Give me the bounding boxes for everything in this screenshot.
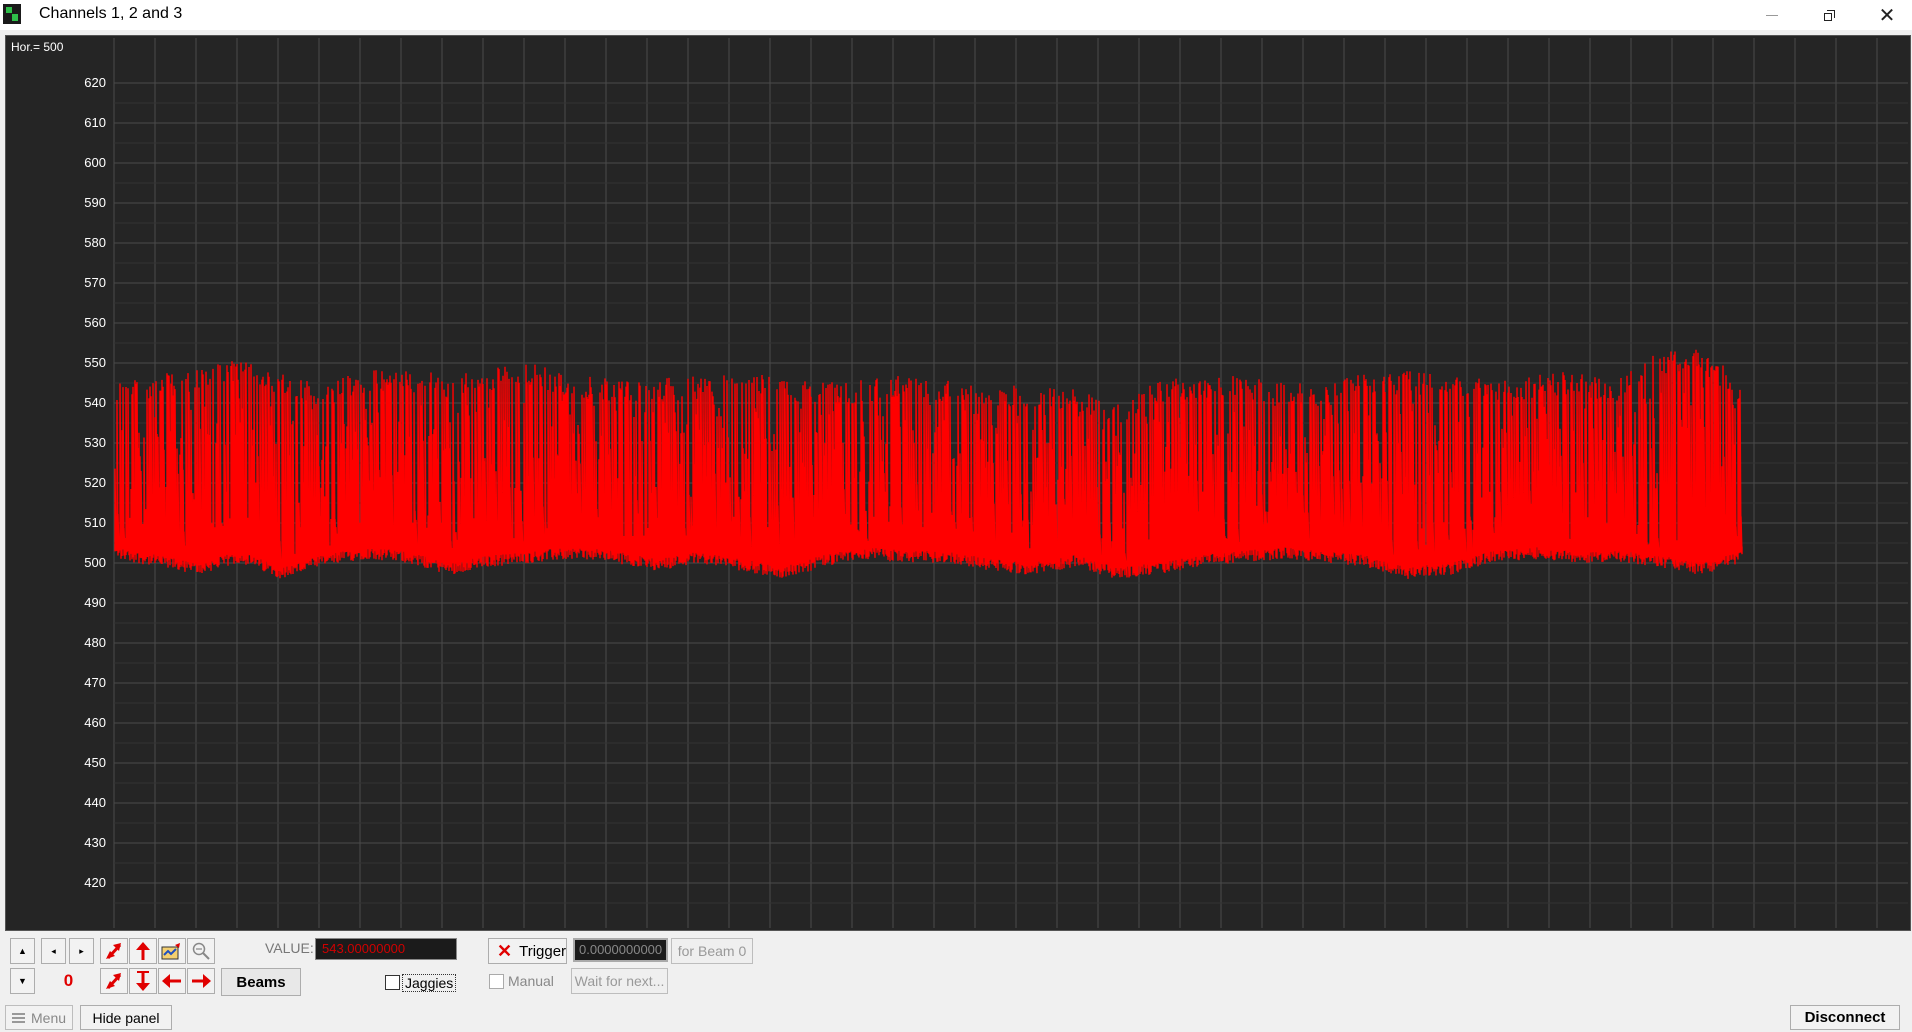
y-tick-label: 470 xyxy=(84,675,106,690)
chart-folder-icon xyxy=(161,943,180,960)
y-tick-label: 570 xyxy=(84,275,106,290)
diagonal-arrow-icon xyxy=(106,973,122,990)
control-panel: ▲ ▼ ◂ ▸ 0 Beams VALUE: 543.00000000 Jagg… xyxy=(5,932,1911,1000)
oscilloscope-plot[interactable]: 620 610 600 590 580 570 560 550 540 530 520 510 500 4… xyxy=(5,35,1911,931)
y-tick-label: 590 xyxy=(84,195,106,210)
magnifier-icon xyxy=(192,942,210,960)
shift-left-button[interactable] xyxy=(158,968,186,994)
hide-panel-button[interactable]: Hide panel xyxy=(80,1005,172,1030)
trigger-button[interactable]: ✕ Trigger xyxy=(488,938,567,964)
jaggies-label[interactable]: Jaggies xyxy=(402,974,457,992)
y-tick-label: 540 xyxy=(84,395,106,410)
y-tick-label: 600 xyxy=(84,155,106,170)
y-tick-label: 490 xyxy=(84,595,106,610)
for-beam-button[interactable]: for Beam 0 xyxy=(671,938,753,964)
horizontal-scale-label: Hor.= 500 xyxy=(11,40,64,54)
title-bar: Channels 1, 2 and 3 ✕ xyxy=(0,0,1912,30)
autoscale-button[interactable] xyxy=(158,938,186,964)
bottom-bar: Menu Hide panel Disconnect xyxy=(0,1002,1912,1032)
y-tick-label: 610 xyxy=(84,115,106,130)
arrow-up-icon xyxy=(136,942,150,960)
y-tick-label: 480 xyxy=(84,635,106,650)
menu-icon xyxy=(12,1012,25,1023)
manual-label[interactable]: Manual xyxy=(508,973,554,989)
manual-checkbox[interactable] xyxy=(489,974,504,989)
close-icon: ✕ xyxy=(1878,4,1896,27)
y-tick-label: 460 xyxy=(84,715,106,730)
scroll-right-button[interactable]: ▸ xyxy=(69,938,94,964)
stretch-vertical-button[interactable] xyxy=(129,968,157,994)
arrow-down-icon: ▼ xyxy=(18,976,27,986)
disconnect-button[interactable]: Disconnect xyxy=(1790,1005,1900,1030)
app-icon xyxy=(3,4,21,24)
arrow-right-icon xyxy=(192,974,211,988)
zoom-diagonal-out-button[interactable] xyxy=(100,968,128,994)
stretch-up-button[interactable] xyxy=(129,938,157,964)
y-tick-label: 430 xyxy=(84,835,106,850)
value-label: VALUE: xyxy=(265,940,314,956)
shift-right-button[interactable] xyxy=(187,968,215,994)
beam-number[interactable]: 0 xyxy=(41,968,96,994)
value-field[interactable]: 543.00000000 xyxy=(315,938,457,960)
y-tick-label: 510 xyxy=(84,515,106,530)
trigger-value-field[interactable]: 0.0000000000 xyxy=(573,938,668,962)
arrow-down-icon xyxy=(136,971,150,991)
beams-button[interactable]: Beams xyxy=(221,968,301,996)
jaggies-checkbox[interactable] xyxy=(385,975,400,990)
trigger-label: Trigger xyxy=(519,942,567,960)
zoom-diagonal-in-button[interactable] xyxy=(100,938,128,964)
y-tick-label: 500 xyxy=(84,555,106,570)
scroll-left-button[interactable]: ◂ xyxy=(41,938,66,964)
arrow-right-small-icon: ▸ xyxy=(79,945,84,956)
y-tick-label: 530 xyxy=(84,435,106,450)
y-tick-label: 440 xyxy=(84,795,106,810)
window-title: Channels 1, 2 and 3 xyxy=(39,5,183,22)
diagonal-arrow-icon xyxy=(106,943,122,960)
menu-button[interactable]: Menu xyxy=(5,1005,73,1030)
y-tick-label: 420 xyxy=(84,875,106,890)
y-tick-label: 550 xyxy=(84,355,106,370)
restore-button[interactable] xyxy=(1800,0,1858,30)
y-tick-label: 560 xyxy=(84,315,106,330)
y-tick-label: 580 xyxy=(84,235,106,250)
zoom-out-button[interactable] xyxy=(187,938,215,964)
close-icon: ✕ xyxy=(497,941,513,961)
scroll-up-button[interactable]: ▲ xyxy=(10,938,35,964)
close-button[interactable]: ✕ xyxy=(1858,0,1912,30)
arrow-left-icon xyxy=(162,974,181,988)
plot-svg: 620 610 600 590 580 570 560 550 540 530 520 510 500 4… xyxy=(6,36,1910,930)
arrow-left-small-icon: ◂ xyxy=(51,945,56,956)
minimize-button[interactable] xyxy=(1743,0,1801,30)
arrow-up-icon: ▲ xyxy=(18,946,27,956)
restore-icon xyxy=(1823,9,1835,21)
menu-label: Menu xyxy=(31,1009,67,1026)
wait-for-next-button[interactable]: Wait for next... xyxy=(571,968,668,994)
y-tick-label: 520 xyxy=(84,475,106,490)
y-tick-label: 450 xyxy=(84,755,106,770)
y-tick-label: 620 xyxy=(84,75,106,90)
scroll-down-button[interactable]: ▼ xyxy=(10,968,35,994)
